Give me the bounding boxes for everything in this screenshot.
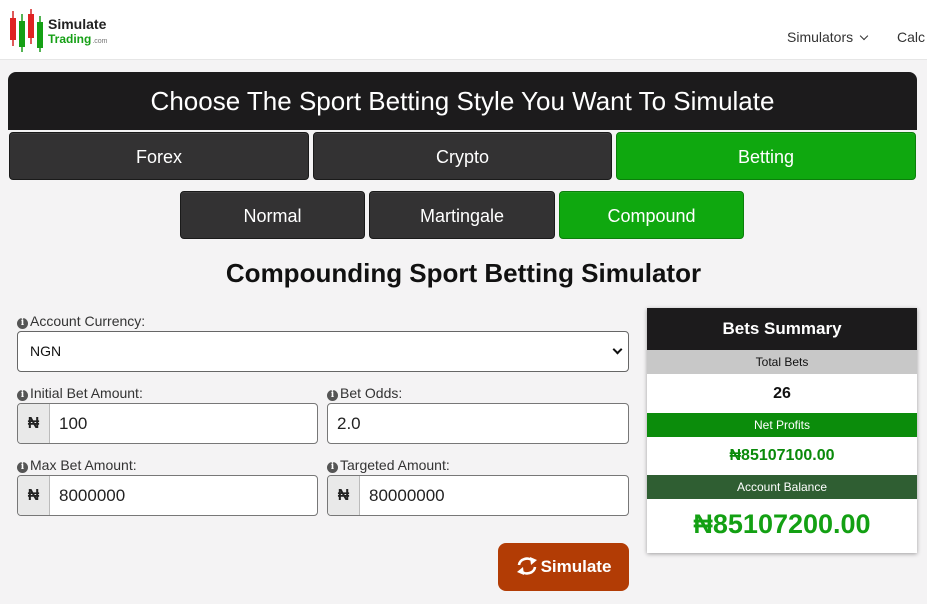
page-title: Compounding Sport Betting Simulator bbox=[225, 258, 702, 288]
chevron-down-icon bbox=[859, 31, 869, 41]
initial-bet-label-text: Initial Bet Amount: bbox=[30, 385, 143, 401]
currency-select[interactable]: NGN bbox=[17, 331, 629, 372]
currency-label-text: Account Currency: bbox=[30, 313, 146, 329]
page-banner: Choose The Sport Betting Style You Want … bbox=[8, 72, 917, 130]
max-bet-label-text: Max Bet Amount: bbox=[30, 457, 137, 473]
nav-calc-label: Calc bbox=[897, 29, 926, 45]
total-bets-value: 26 bbox=[773, 385, 791, 402]
nav-calculators[interactable]: Calc bbox=[897, 29, 925, 45]
simulate-label: Simulate bbox=[540, 557, 612, 576]
refresh-icon bbox=[516, 556, 537, 575]
target-label: i Targeted Amount: bbox=[327, 457, 450, 474]
bet-odds-label: i Bet Odds: bbox=[327, 385, 402, 402]
simulate-button[interactable]: Simulate bbox=[498, 543, 629, 591]
initial-bet-field[interactable]: ₦ 100 bbox=[17, 403, 318, 444]
tab-crypto[interactable]: Crypto bbox=[313, 132, 612, 180]
max-bet-label: i Max Bet Amount: bbox=[17, 457, 137, 474]
info-icon[interactable]: i bbox=[17, 318, 28, 329]
logo-suffix: .com bbox=[92, 38, 108, 45]
summary-title: Bets Summary bbox=[647, 308, 917, 350]
bet-odds-input[interactable]: 2.0 bbox=[327, 403, 629, 444]
currency-select-value: NGN bbox=[30, 343, 62, 359]
info-icon[interactable]: i bbox=[327, 462, 338, 473]
currency-label: i Account Currency: bbox=[17, 313, 145, 330]
naira-symbol: ₦ bbox=[18, 404, 50, 443]
target-label-text: Targeted Amount: bbox=[340, 457, 450, 473]
info-icon[interactable]: i bbox=[327, 390, 338, 401]
subtab-normal[interactable]: Normal bbox=[180, 191, 365, 239]
target-input[interactable]: 80000000 bbox=[369, 476, 445, 515]
net-profits-label: Net Profits bbox=[647, 413, 917, 437]
initial-bet-input[interactable]: 100 bbox=[59, 404, 87, 443]
logo-text-line2: Trading bbox=[48, 32, 92, 46]
initial-bet-label: i Initial Bet Amount: bbox=[17, 385, 143, 402]
top-navbar: Simulate Trading.com Simulators Calc bbox=[0, 0, 927, 60]
bet-odds-label-text: Bet Odds: bbox=[340, 385, 403, 401]
tab-betting[interactable]: Betting bbox=[616, 132, 916, 180]
nav-simulators-label: Simulators bbox=[787, 29, 854, 45]
naira-symbol: ₦ bbox=[328, 476, 360, 515]
tab-forex[interactable]: Forex bbox=[9, 132, 309, 180]
logo-text-line1: Simulate bbox=[48, 16, 107, 32]
nav-simulators[interactable]: Simulators bbox=[787, 29, 869, 45]
bets-summary-panel: Bets Summary Total Bets 26 Net Profits ₦… bbox=[647, 308, 917, 553]
chevron-down-icon bbox=[612, 344, 623, 355]
target-field[interactable]: ₦ 80000000 bbox=[327, 475, 629, 516]
account-balance-label: Account Balance bbox=[647, 475, 917, 499]
info-icon[interactable]: i bbox=[17, 390, 28, 401]
info-icon[interactable]: i bbox=[17, 462, 28, 473]
subtab-compound[interactable]: Compound bbox=[559, 191, 744, 239]
candlestick-logo-icon bbox=[10, 9, 43, 52]
site-logo[interactable]: Simulate Trading.com bbox=[10, 8, 110, 54]
max-bet-input[interactable]: 8000000 bbox=[59, 476, 125, 515]
account-balance-value: ₦85107200.00 bbox=[693, 509, 871, 539]
subtab-martingale[interactable]: Martingale bbox=[369, 191, 555, 239]
max-bet-field[interactable]: ₦ 8000000 bbox=[17, 475, 318, 516]
total-bets-label: Total Bets bbox=[647, 350, 917, 374]
logo-text: Simulate Trading.com bbox=[48, 17, 108, 47]
naira-symbol: ₦ bbox=[18, 476, 50, 515]
net-profits-value: ₦85107100.00 bbox=[729, 447, 835, 464]
